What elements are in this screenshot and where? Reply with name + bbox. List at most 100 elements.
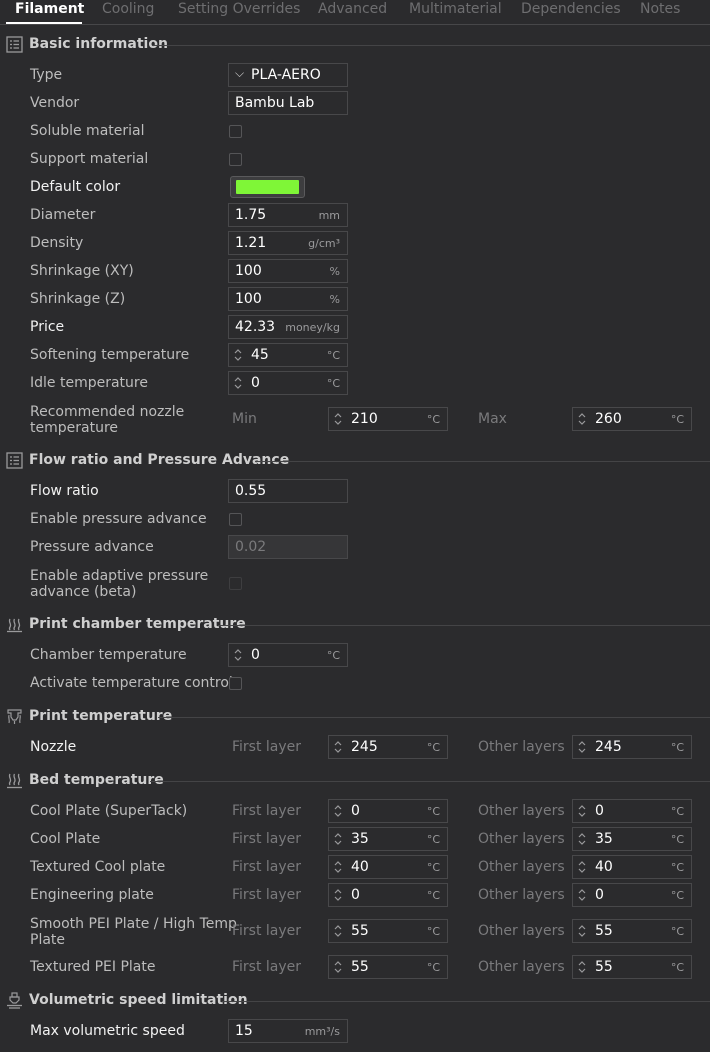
temp-unit: °C [670,741,684,754]
price-field[interactable]: 42.33 money/kg [228,315,348,339]
first-layer-label: First layer [232,959,302,975]
spin-arrows-icon[interactable] [577,959,587,975]
spin-arrows-icon[interactable] [577,887,587,903]
color-swatch [236,180,299,194]
max-volumetric-speed-field[interactable]: 15 mm³/s [228,1019,348,1043]
spin-arrows-icon[interactable] [577,923,587,939]
section-title-flow: Flow ratio and Pressure Advance [29,452,290,468]
temp-unit: °C [426,805,440,818]
nozzle-min-unit: °C [426,413,440,426]
bed-first-layer-spinner[interactable]: 40 °C [328,855,448,879]
spin-arrows-icon[interactable] [233,375,243,391]
bed-first-layer-spinner[interactable]: 55 °C [328,955,448,979]
spin-arrows-icon[interactable] [577,831,587,847]
density-unit: g/cm³ [308,237,340,250]
spin-arrows-icon[interactable] [233,347,243,363]
list-icon [6,36,23,53]
diameter-field[interactable]: 1.75 mm [228,203,348,227]
density-field[interactable]: 1.21 g/cm³ [228,231,348,255]
spin-arrows-icon[interactable] [333,739,343,755]
other-layers-label: Other layers [478,959,565,975]
chamber-temp-spinner[interactable]: 0 °C [228,643,348,667]
tab-notes[interactable]: Notes [640,1,680,17]
diameter-unit: mm [318,209,340,222]
type-select[interactable]: ⌵ PLA-AERO [228,63,348,87]
spin-arrows-icon[interactable] [333,859,343,875]
bed-other-layers-spinner[interactable]: 55 °C [572,919,692,943]
spin-arrows-icon[interactable] [333,803,343,819]
bed-other-layers-spinner[interactable]: 0 °C [572,883,692,907]
tab-filament[interactable]: Filament [15,1,84,17]
bed-other-value: 40 [595,859,613,875]
bed-row-label: Textured PEI Plate [30,959,156,975]
nozzle-first-layer-spinner[interactable]: 245 °C [328,735,448,759]
bed-other-layers-spinner[interactable]: 55 °C [572,955,692,979]
shrinkage-xy-value: 100 [235,263,262,279]
tab-cooling[interactable]: Cooling [102,1,154,17]
bed-other-value: 0 [595,803,604,819]
bed-row-label: Cool Plate (SuperTack) [30,803,188,819]
tab-dependencies[interactable]: Dependencies [521,1,621,17]
enable-pa-label: Enable pressure advance [30,511,207,527]
nozzle-label: Nozzle [30,739,77,755]
shrinkage-xy-field[interactable]: 100 % [228,259,348,283]
nozzle-other-value: 245 [595,739,622,755]
bed-first-layer-spinner[interactable]: 55 °C [328,919,448,943]
spin-arrows-icon[interactable] [333,887,343,903]
tab-advanced[interactable]: Advanced [318,1,387,17]
bed-first-layer-spinner[interactable]: 0 °C [328,883,448,907]
other-layers-label: Other layers [478,887,565,903]
bed-first-value: 0 [351,803,360,819]
enable-pa-checkbox[interactable] [229,513,242,526]
bed-other-layers-spinner[interactable]: 35 °C [572,827,692,851]
label-line: advance (beta) [30,584,137,600]
pa-field[interactable]: 0.02 [228,535,348,559]
shrinkage-z-unit: % [329,293,340,306]
bed-row-label: Engineering plate [30,887,154,903]
spin-arrows-icon[interactable] [333,831,343,847]
shrinkage-z-label: Shrinkage (Z) [30,291,126,307]
section-title-print-temp: Print temperature [29,708,173,724]
softening-temp-label: Softening temperature [30,347,190,363]
nozzle-min-value: 210 [351,411,378,427]
bed-first-layer-spinner[interactable]: 0 °C [328,799,448,823]
soluble-label: Soluble material [30,123,145,139]
bed-first-layer-spinner[interactable]: 35 °C [328,827,448,851]
shrinkage-z-field[interactable]: 100 % [228,287,348,311]
support-checkbox[interactable] [229,153,242,166]
vendor-field[interactable]: Bambu Lab [228,91,348,115]
other-layers-label: Other layers [478,803,565,819]
spin-arrows-icon[interactable] [333,959,343,975]
tab-setting-overrides[interactable]: Setting Overrides [178,1,300,17]
first-layer-label: First layer [232,803,302,819]
spin-arrows-icon[interactable] [577,739,587,755]
temp-unit: °C [426,889,440,902]
nozzle-max-spinner[interactable]: 260 °C [572,407,692,431]
vendor-value: Bambu Lab [235,95,315,111]
spin-arrows-icon[interactable] [333,411,343,427]
spin-arrows-icon[interactable] [577,859,587,875]
idle-temp-spinner[interactable]: 0 °C [228,371,348,395]
section-title-bed-temp: Bed temperature [29,772,164,788]
spin-arrows-icon[interactable] [233,647,243,663]
bed-other-layers-spinner[interactable]: 40 °C [572,855,692,879]
softening-temp-spinner[interactable]: 45 °C [228,343,348,367]
idle-temp-unit: °C [326,377,340,390]
soluble-checkbox[interactable] [229,125,242,138]
spin-arrows-icon[interactable] [577,411,587,427]
tab-multimaterial[interactable]: Multimaterial [409,1,502,17]
spin-arrows-icon[interactable] [333,923,343,939]
spin-arrows-icon[interactable] [577,803,587,819]
adaptive-pa-checkbox[interactable] [229,577,242,590]
temp-control-checkbox[interactable] [229,677,242,690]
default-color-button[interactable] [230,176,305,198]
bed-other-value: 55 [595,959,613,975]
nozzle-other-layers-spinner[interactable]: 245 °C [572,735,692,759]
diameter-value: 1.75 [235,207,267,223]
temp-unit: °C [670,961,684,974]
nozzle-min-spinner[interactable]: 210 °C [328,407,448,431]
bed-first-value: 0 [351,887,360,903]
flow-ratio-field[interactable]: 0.55 [228,479,348,503]
section-divider [150,781,710,782]
bed-other-layers-spinner[interactable]: 0 °C [572,799,692,823]
